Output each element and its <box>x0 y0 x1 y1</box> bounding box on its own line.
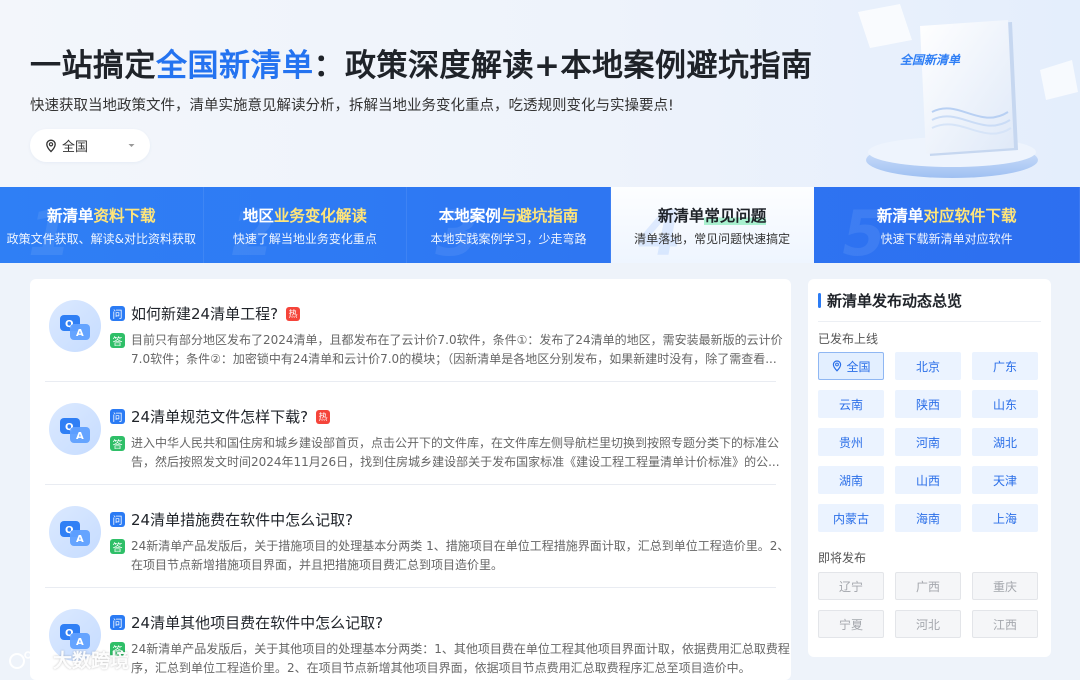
hot-badge: 热 <box>286 306 301 321</box>
hero-banner: 一站搞定全国新清单：政策深度解读+本地案例避坑指南 快速获取当地政策文件，清单实… <box>0 0 1080 187</box>
tab-local-cases[interactable]: 3 本地案例与避坑指南 本地实践案例学习，少走弯路 <box>407 187 611 263</box>
answer-text: 24新清单产品发版后，关于措施项目的处理基本分两类 1、措施项目在单位工程措施界… <box>131 539 790 572</box>
tab-faq[interactable]: 4 新清单常见问题 清单落地，常见问题快速搞定 <box>610 187 815 263</box>
svg-text:A: A <box>76 534 84 545</box>
published-region-grid: 全国 北京 广东 云南 陕西 山东 贵州 河南 湖北 湖南 山西 天津 内蒙古 … <box>818 352 1038 532</box>
location-pin-icon <box>833 360 842 372</box>
tab-title: 新清单常见问题 <box>657 207 767 225</box>
chat-bubble-icon: QA <box>49 300 101 352</box>
region-select[interactable]: 全国 <box>30 129 150 162</box>
region-chip[interactable]: 陕西 <box>895 390 961 418</box>
question-tag: 问 <box>110 615 125 630</box>
question-tag: 问 <box>110 512 125 527</box>
question-tag: 问 <box>110 409 125 424</box>
question-link[interactable]: 24清单规范文件怎样下载? <box>131 406 308 427</box>
region-chip[interactable]: 山东 <box>972 390 1038 418</box>
panel-title: 新清单发布动态总览 <box>818 290 962 311</box>
region-chip[interactable]: 河南 <box>895 428 961 456</box>
region-chip-upcoming: 江西 <box>972 610 1038 638</box>
region-chip[interactable]: 湖南 <box>818 466 884 494</box>
region-chip-quanguo[interactable]: 全国 <box>818 352 884 380</box>
faq-item: QA 问 24清单其他项目费在软件中怎么记取? 答 24新清单产品发版后，关于其… <box>45 588 790 680</box>
tab-title: 地区业务变化解读 <box>242 207 367 225</box>
question-tag: 问 <box>110 306 125 321</box>
book-cover-text: 全国新清单 <box>900 53 961 67</box>
tab-subtitle: 清单落地，常见问题快速搞定 <box>634 232 791 246</box>
region-chip-upcoming: 重庆 <box>972 572 1038 600</box>
tab-materials-download[interactable]: 1 新清单资料下载 政策文件获取、解读&对比资料获取 <box>0 187 204 263</box>
region-chip[interactable]: 云南 <box>818 390 884 418</box>
region-chip-upcoming: 宁夏 <box>818 610 884 638</box>
region-chip[interactable]: 湖北 <box>972 428 1038 456</box>
release-overview-panel: 新清单发布动态总览 已发布上线 全国 北京 广东 云南 陕西 山东 贵州 河南 … <box>808 279 1051 657</box>
published-label: 已发布上线 <box>818 332 879 346</box>
watermark-text: 大数跨境 <box>53 650 130 672</box>
region-chip[interactable]: 上海 <box>972 504 1038 532</box>
tab-title: 本地案例与避坑指南 <box>438 207 579 225</box>
chat-bubble-icon: QA <box>49 506 101 558</box>
tab-subtitle: 快速下载新清单对应软件 <box>880 232 1013 246</box>
region-chip-upcoming: 广西 <box>895 572 961 600</box>
faq-item: QA 问 如何新建24清单工程? 热 答 目前只有部分地区发布了2024清单，且… <box>45 279 783 382</box>
region-chip-upcoming: 辽宁 <box>818 572 884 600</box>
svg-text:A: A <box>76 328 84 339</box>
title-highlight: 全国新清单 <box>156 48 314 84</box>
region-chip[interactable]: 内蒙古 <box>818 504 884 532</box>
region-chip[interactable]: 北京 <box>895 352 961 380</box>
section-nav: 1 新清单资料下载 政策文件获取、解读&对比资料获取 2 地区业务变化解读 快速… <box>0 187 1080 263</box>
region-chip[interactable]: 海南 <box>895 504 961 532</box>
watermark: 大数跨境 <box>8 646 129 673</box>
region-chip[interactable]: 天津 <box>972 466 1038 494</box>
faq-item: QA 问 24清单规范文件怎样下载? 热 答 进入中华人民共和国住房和城乡建设部… <box>45 382 780 485</box>
question-link[interactable]: 24清单措施费在软件中怎么记取? <box>131 509 353 530</box>
region-chip-upcoming: 河北 <box>895 610 961 638</box>
paw-logo-icon <box>9 650 46 669</box>
answer-tag: 答 <box>110 539 125 554</box>
chat-bubble-icon: QA <box>49 403 101 455</box>
region-chip[interactable]: 贵州 <box>818 428 884 456</box>
tab-title: 新清单对应软件下载 <box>876 207 1017 225</box>
tab-title: 新清单资料下载 <box>47 207 156 225</box>
tab-regional-changes[interactable]: 2 地区业务变化解读 快速了解当地业务变化重点 <box>204 187 408 263</box>
region-chip[interactable]: 山西 <box>895 466 961 494</box>
answer-tag: 答 <box>110 333 125 348</box>
book-illustration: 全国新清单 <box>858 4 1078 178</box>
question-link[interactable]: 24清单其他项目费在软件中怎么记取? <box>131 612 383 633</box>
answer-tag: 答 <box>110 436 125 451</box>
answer-text: 目前只有部分地区发布了2024清单，且都发布在了云计价7.0软件，条件①：发布了… <box>131 333 783 366</box>
region-chip[interactable]: 广东 <box>972 352 1038 380</box>
upcoming-label: 即将发布 <box>818 551 867 565</box>
faq-list: QA 问 如何新建24清单工程? 热 答 目前只有部分地区发布了2024清单，且… <box>30 279 791 680</box>
tab-subtitle: 快速了解当地业务变化重点 <box>232 232 377 246</box>
tab-subtitle: 政策文件获取、解读&对比资料获取 <box>6 232 196 246</box>
tab-subtitle: 本地实践案例学习，少走弯路 <box>430 232 587 246</box>
answer-text: 进入中华人民共和国住房和城乡建设部首页，点击公开下的文件库，在文件库左侧导航栏里… <box>131 436 780 469</box>
divider <box>818 321 1041 322</box>
svg-text:A: A <box>76 431 84 442</box>
region-select-value: 全国 <box>62 140 89 155</box>
hot-badge: 热 <box>316 409 331 424</box>
chevron-down-icon <box>128 144 135 147</box>
faq-item: QA 问 24清单措施费在软件中怎么记取? 答 24新清单产品发版后，关于措施项… <box>45 485 789 588</box>
tab-software-download[interactable]: 5 新清单对应软件下载 快速下载新清单对应软件 <box>814 187 1080 263</box>
page-subtitle: 快速获取当地政策文件，清单实施意见解读分析，拆解当地业务变化重点，吃透规则变化与… <box>30 98 674 114</box>
page-title: 一站搞定全国新清单：政策深度解读+本地案例避坑指南 <box>30 48 813 84</box>
title-accent-bar <box>818 293 821 308</box>
question-link[interactable]: 如何新建24清单工程? <box>131 303 278 324</box>
location-pin-icon <box>46 139 56 153</box>
upcoming-region-grid: 辽宁 广西 重庆 宁夏 河北 江西 <box>818 572 1038 638</box>
answer-text: 24新清单产品发版后，关于其他项目的处理基本分两类：1、其他项目费在单位工程其他… <box>131 642 790 675</box>
